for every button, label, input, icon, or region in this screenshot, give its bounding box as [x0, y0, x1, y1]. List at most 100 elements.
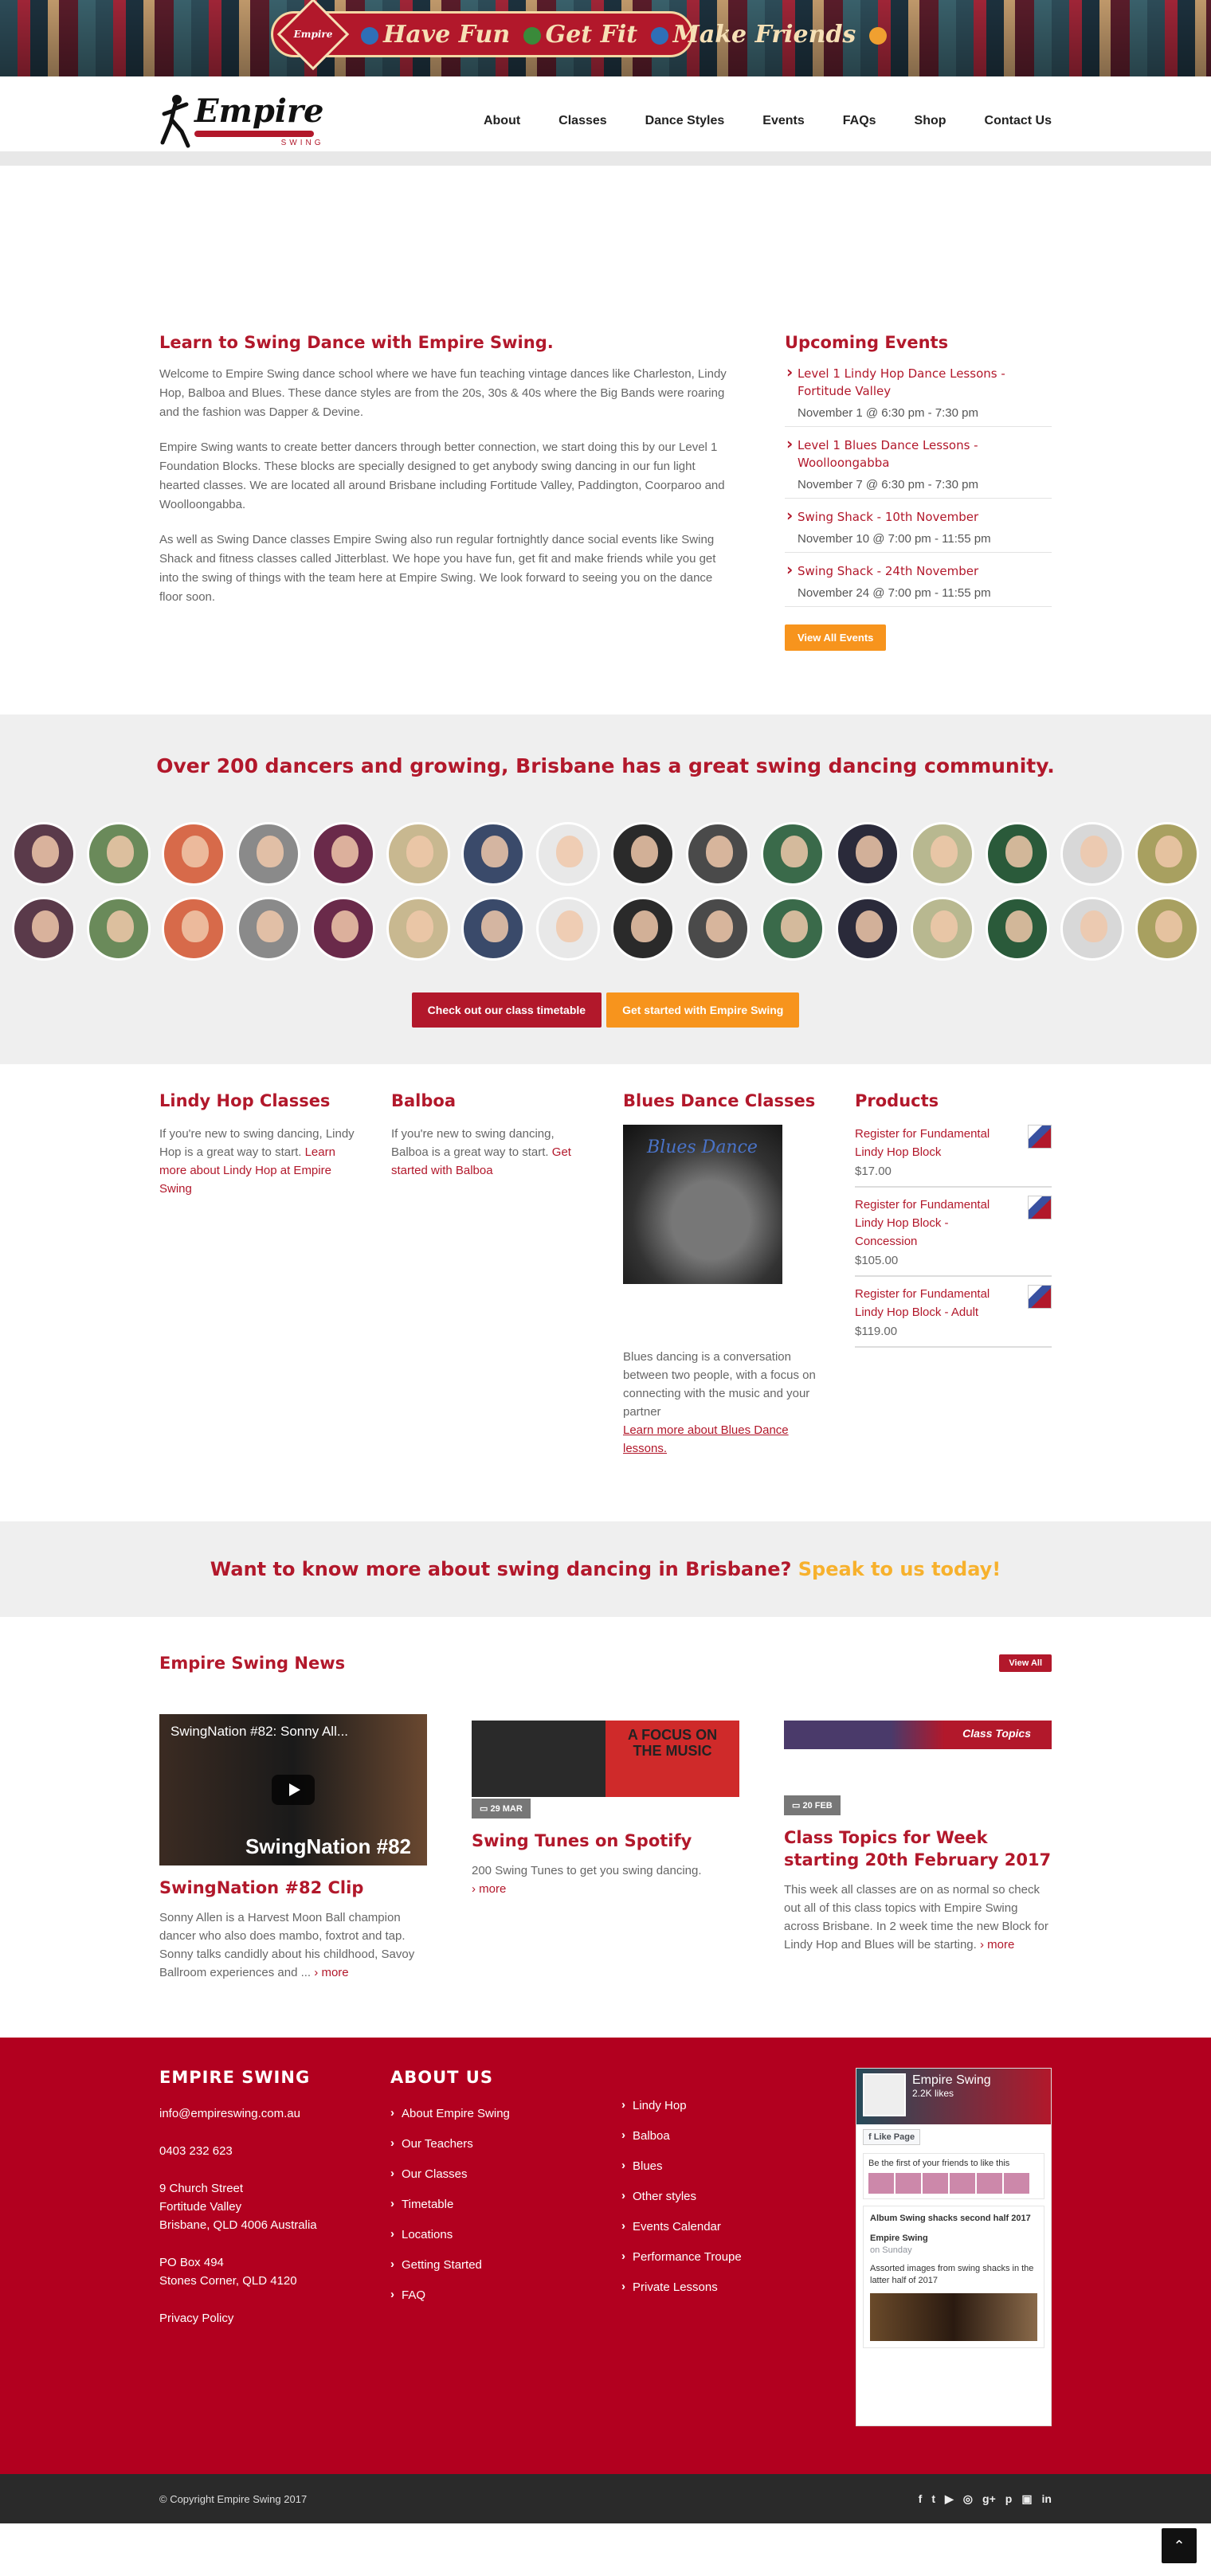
facebook-icon[interactable]: f [919, 2492, 923, 2506]
facebook-like-button[interactable]: f Like Page [863, 2129, 921, 2145]
back-to-top-button[interactable]: ⌃ [1162, 2528, 1197, 2563]
footer-address: Fortitude Valley [159, 2200, 242, 2214]
footer-link[interactable]: About Empire Swing [390, 2104, 621, 2123]
footer-link[interactable]: Events Calendar [621, 2217, 852, 2236]
chevron-right-icon: › [314, 1966, 319, 1979]
lindy-hop-column: Lindy Hop Classes If you're new to swing… [159, 1091, 356, 1458]
event-link[interactable]: Swing Shack - 10th November [785, 507, 1052, 526]
event-link[interactable]: Level 1 Lindy Hop Dance Lessons - Fortit… [785, 363, 1052, 400]
event-link[interactable]: Level 1 Blues Dance Lessons - Woolloonga… [785, 435, 1052, 472]
facebook-widget[interactable]: Empire Swing 2.2K likes f Like Page Be t… [856, 2068, 1052, 2426]
product-item: Register for Fundamental Lindy Hop Block… [855, 1188, 1052, 1277]
news-card-title[interactable]: Swing Tunes on Spotify [472, 1830, 739, 1852]
news-image-text: A FOCUS ON THE MUSIC [627, 1727, 718, 1759]
date-tag: ▭ 20 FEB [784, 1795, 841, 1815]
dancer-avatar [1135, 822, 1199, 886]
product-thumbnail[interactable] [1028, 1125, 1052, 1149]
footer-link[interactable]: Blues [621, 2156, 852, 2175]
read-more-link[interactable]: more [321, 1966, 348, 1979]
footer-link[interactable]: FAQ [390, 2285, 621, 2304]
youtube-icon[interactable]: ▶ [945, 2492, 954, 2506]
intro-paragraph: As well as Swing Dance classes Empire Sw… [159, 533, 716, 604]
news-image-text: Class Topics [962, 1727, 1031, 1740]
footer-email[interactable]: info@empireswing.com.au [159, 2107, 300, 2120]
news-card-title[interactable]: SwingNation #82 Clip [159, 1877, 427, 1899]
footer-link[interactable]: Private Lessons [621, 2277, 852, 2296]
facebook-friends: Be the first of your friends to like thi… [863, 2153, 1044, 2199]
twitter-icon[interactable]: t [931, 2492, 935, 2506]
dancer-avatar [611, 897, 675, 961]
facebook-post-author[interactable]: Empire Swing [870, 2233, 1037, 2245]
copyright: © Copyright Empire Swing 2017 [159, 2492, 308, 2505]
nav-shop[interactable]: Shop [915, 114, 946, 128]
read-more-link[interactable]: more [479, 1882, 506, 1896]
privacy-policy-link[interactable]: Privacy Policy [159, 2312, 233, 2325]
event-link[interactable]: Swing Shack - 24th November [785, 561, 1052, 580]
nav-events[interactable]: Events [762, 114, 804, 128]
footer-link[interactable]: Lindy Hop [621, 2096, 852, 2115]
footer-link[interactable]: Getting Started [390, 2255, 621, 2274]
read-more-link[interactable]: more [987, 1938, 1014, 1952]
intro-paragraph: Empire Swing wants to create better danc… [159, 440, 725, 511]
footer-contact: EMPIRE SWING info@empireswing.com.au 040… [159, 2068, 390, 2426]
footer-link[interactable]: Performance Troupe [621, 2247, 852, 2266]
dancer-avatars [0, 822, 1211, 961]
nav-classes[interactable]: Classes [558, 114, 607, 128]
dancer-avatar [761, 822, 825, 886]
linkedin-icon[interactable]: in [1042, 2492, 1052, 2506]
dancer-avatar [836, 822, 899, 886]
video-title: SwingNation #82: Sonny All... [170, 1724, 349, 1739]
instagram-icon[interactable]: ◎ [963, 2492, 973, 2506]
speak-link[interactable]: Speak to us today! [798, 1558, 1001, 1580]
blues-link[interactable]: Learn more about Blues Dance lessons. [623, 1423, 789, 1455]
news-image[interactable]: A FOCUS ON THE MUSIC [472, 1721, 739, 1797]
facebook-page-name[interactable]: Empire Swing [912, 2073, 1044, 2088]
product-thumbnail[interactable] [1028, 1196, 1052, 1219]
nav-faqs[interactable]: FAQs [843, 114, 876, 128]
dancer-avatar [986, 897, 1049, 961]
play-icon[interactable] [272, 1775, 315, 1805]
product-thumbnail[interactable] [1028, 1285, 1052, 1309]
footer-link[interactable]: Timetable [390, 2194, 621, 2214]
event-item: Level 1 Blues Dance Lessons - Woolloonga… [785, 427, 1052, 499]
news-card-title[interactable]: Class Topics for Week starting 20th Febr… [784, 1826, 1052, 1871]
footer-link[interactable]: Other styles [621, 2186, 852, 2206]
product-link[interactable]: Register for Fundamental Lindy Hop Block… [855, 1196, 1014, 1251]
view-all-news-button[interactable]: View All [999, 1654, 1052, 1672]
heart-icon [868, 26, 887, 45]
footer-link[interactable]: Locations [390, 2225, 621, 2244]
youtube-tube-icon[interactable]: ▣ [1021, 2492, 1032, 2506]
product-link[interactable]: Register for Fundamental Lindy Hop Block [855, 1125, 1014, 1161]
nav-dance-styles[interactable]: Dance Styles [645, 114, 725, 128]
balboa-desc: If you're new to swing dancing, Balboa i… [391, 1127, 555, 1159]
footer-link[interactable]: Our Classes [390, 2164, 621, 2183]
blues-text: Blues dancing is a conversation between … [623, 1348, 820, 1458]
pinterest-icon[interactable]: p [1005, 2492, 1013, 2506]
news-image[interactable]: Class Topics [784, 1721, 1052, 1749]
facebook-album[interactable]: Album Swing shacks second half 2017 [870, 2213, 1037, 2225]
dancer-avatar [312, 822, 375, 886]
footer-link[interactable]: Balboa [621, 2126, 852, 2145]
speak-section: Want to know more about swing dancing in… [0, 1521, 1211, 1617]
dancer-icon [160, 95, 190, 148]
nav-contact-us[interactable]: Contact Us [985, 114, 1052, 128]
blues-image[interactable]: Blues Dance [623, 1125, 782, 1284]
view-all-events-button[interactable]: View All Events [785, 624, 887, 651]
news-card-text: This week all classes are on as normal s… [784, 1881, 1052, 1954]
balboa-text: If you're new to swing dancing, Balboa i… [391, 1125, 588, 1180]
facebook-post-photo[interactable] [870, 2293, 1037, 2341]
site-logo[interactable]: Empire SWING [159, 93, 324, 149]
nav-about[interactable]: About [484, 114, 520, 128]
facebook-post-time: on Sunday [870, 2245, 912, 2255]
class-timetable-button[interactable]: Check out our class timetable [411, 992, 602, 1028]
get-started-button[interactable]: Get started with Empire Swing [606, 992, 800, 1028]
footer-link[interactable]: Our Teachers [390, 2134, 621, 2153]
events-title: Upcoming Events [785, 333, 949, 352]
banner-slogan-2: Get Fit [545, 20, 638, 49]
product-link[interactable]: Register for Fundamental Lindy Hop Block… [855, 1285, 1014, 1321]
news-card-text: 200 Swing Tunes to get you swing dancing… [472, 1862, 739, 1898]
google-plus-icon[interactable]: g+ [982, 2492, 996, 2506]
facebook-post-text: Assorted images from swing shacks in the… [870, 2264, 1034, 2285]
product-item: Register for Fundamental Lindy Hop Block… [855, 1125, 1052, 1188]
video-embed[interactable]: SwingNation #82: Sonny All... SwingNatio… [159, 1714, 427, 1865]
